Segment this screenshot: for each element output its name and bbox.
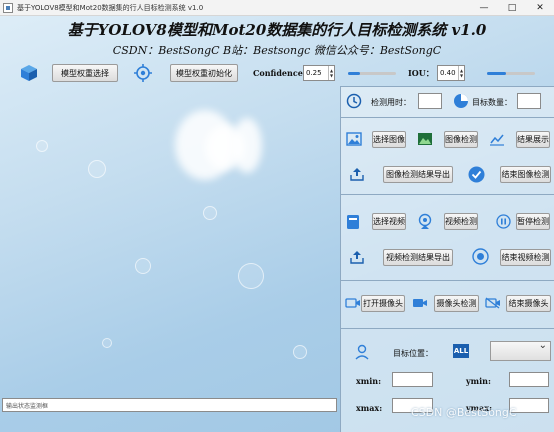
webcam-icon bbox=[417, 213, 433, 230]
iou-label: IOU： bbox=[408, 68, 434, 78]
check-circle-icon bbox=[468, 166, 485, 183]
stop-video-detect-button[interactable]: 结束视频检测 bbox=[500, 249, 551, 266]
section-divider bbox=[341, 117, 554, 118]
stop-camera-button[interactable]: 结束摄像头 bbox=[506, 295, 551, 312]
detect-video-button[interactable]: 视频检测 bbox=[444, 213, 478, 230]
init-weights-button[interactable]: 模型权重初始化 bbox=[170, 64, 238, 82]
cloud-decoration bbox=[232, 118, 262, 173]
bubble-decoration bbox=[36, 140, 48, 152]
ymin-field bbox=[509, 372, 549, 387]
page-title: 基于YOLOV8模型和Mot20数据集的行人目标检测系统 v1.0 bbox=[67, 21, 487, 39]
count-label: 目标数量： bbox=[472, 98, 512, 107]
cube-icon bbox=[20, 64, 38, 82]
panel-divider bbox=[340, 86, 341, 432]
upload-icon bbox=[350, 167, 364, 181]
status-placeholder: 输出状态监测框 bbox=[6, 402, 49, 410]
app-icon bbox=[3, 2, 13, 13]
detect-image-button[interactable]: 图像检测 bbox=[444, 131, 478, 148]
page-subtitle: CSDN：BestSongC B站：Bestsongc 微信公众号：BestSo… bbox=[112, 44, 442, 57]
confidence-value: 0.25 bbox=[306, 69, 322, 77]
camera-off-icon bbox=[485, 297, 501, 309]
window-controls: — □ ✕ bbox=[470, 0, 554, 16]
xmin-field bbox=[392, 372, 433, 387]
section-divider bbox=[341, 280, 554, 281]
count-field bbox=[517, 93, 541, 109]
close-button[interactable]: ✕ bbox=[526, 0, 554, 16]
confidence-slider[interactable] bbox=[348, 72, 396, 75]
app-window: 基于YOLOV8模型和Mot20数据集的行人目标检测系统 v1.0 — □ ✕ … bbox=[0, 0, 554, 432]
bubble-decoration bbox=[88, 160, 106, 178]
confidence-label: Confidence: bbox=[253, 68, 306, 78]
pause-icon bbox=[496, 214, 511, 229]
person-location-icon bbox=[355, 344, 369, 360]
pie-chart-icon bbox=[453, 93, 469, 109]
select-image-button[interactable]: 选择图像 bbox=[372, 131, 406, 148]
minimize-button[interactable]: — bbox=[470, 0, 498, 16]
chart-line-icon bbox=[489, 132, 505, 146]
target-position-label: 目标位置： bbox=[393, 349, 433, 358]
iou-slider[interactable] bbox=[487, 72, 535, 75]
time-field bbox=[418, 93, 442, 109]
export-image-result-button[interactable]: 图像检测结果导出 bbox=[383, 166, 453, 183]
xmin-label: xmin: bbox=[356, 376, 382, 386]
camera-record-icon bbox=[412, 297, 428, 309]
select-video-button[interactable]: 选择视频 bbox=[372, 213, 406, 230]
section-divider bbox=[341, 194, 554, 195]
section-divider bbox=[341, 86, 554, 87]
target-icon bbox=[134, 64, 152, 82]
export-video-result-button[interactable]: 视频检测结果导出 bbox=[383, 249, 453, 266]
section-divider bbox=[341, 328, 554, 329]
bubble-decoration bbox=[293, 345, 307, 359]
confidence-spinbox[interactable]: 0.25 ▲ ▼ bbox=[303, 65, 335, 81]
spin-arrows-icon[interactable]: ▲ ▼ bbox=[458, 66, 464, 80]
camera-detect-button[interactable]: 摄像头检测 bbox=[434, 295, 479, 312]
target-select-dropdown[interactable] bbox=[490, 340, 551, 361]
title-bar: 基于YOLOV8模型和Mot20数据集的行人目标检测系统 v1.0 — □ ✕ bbox=[0, 0, 554, 16]
bubble-decoration bbox=[203, 206, 217, 220]
window-title: 基于YOLOV8模型和Mot20数据集的行人目标检测系统 v1.0 bbox=[17, 3, 204, 12]
stop-circle-icon bbox=[472, 248, 489, 265]
image-detect-icon bbox=[417, 132, 433, 146]
watermark: CSDN @BestSongC bbox=[411, 406, 517, 419]
clock-icon bbox=[346, 93, 362, 109]
video-camera-icon bbox=[345, 297, 361, 309]
video-file-icon bbox=[346, 214, 360, 230]
maximize-button[interactable]: □ bbox=[498, 0, 526, 16]
all-targets-icon: ALL bbox=[453, 344, 469, 358]
iou-spinbox[interactable]: 0.40 ▲ ▼ bbox=[437, 65, 465, 81]
spin-arrows-icon[interactable]: ▲ ▼ bbox=[328, 66, 334, 80]
show-result-button[interactable]: 结果展示 bbox=[516, 131, 550, 148]
iou-value: 0.40 bbox=[440, 69, 456, 77]
bubble-decoration bbox=[102, 338, 112, 348]
image-icon bbox=[346, 132, 362, 146]
status-output-box[interactable]: 输出状态监测框 bbox=[2, 398, 337, 412]
time-label: 检测用时： bbox=[371, 98, 411, 107]
bubble-decoration bbox=[238, 263, 264, 289]
pause-detect-button[interactable]: 暂停检测 bbox=[516, 213, 550, 230]
bubble-decoration bbox=[135, 258, 151, 274]
stop-image-detect-button[interactable]: 结束图像检测 bbox=[500, 166, 551, 183]
open-camera-button[interactable]: 打开摄像头 bbox=[361, 295, 405, 312]
upload-icon bbox=[350, 250, 364, 264]
all-badge: ALL bbox=[453, 347, 469, 355]
ymin-label: ymin: bbox=[466, 376, 491, 386]
iou-slider-fill bbox=[487, 72, 507, 75]
confidence-slider-fill bbox=[348, 72, 360, 75]
xmax-label: xmax: bbox=[356, 403, 383, 413]
select-weights-button[interactable]: 模型权重选择 bbox=[52, 64, 118, 82]
